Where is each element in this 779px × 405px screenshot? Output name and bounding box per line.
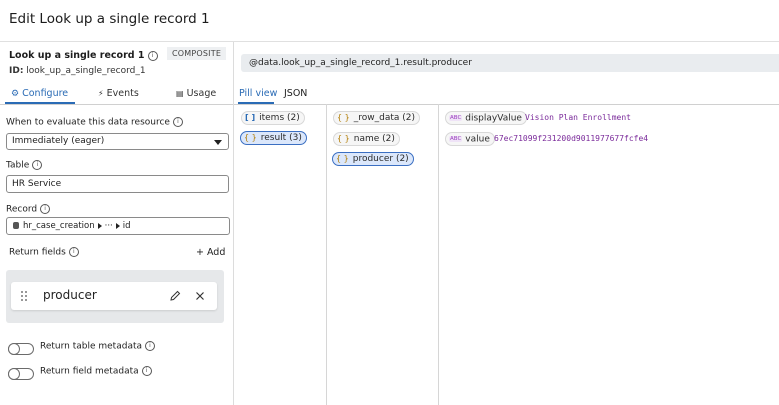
chevron-down-icon [214, 140, 222, 145]
record-path-segment[interactable]: id [123, 221, 131, 231]
pill-count: (3) [289, 133, 302, 143]
return-field-name: producer [43, 288, 97, 302]
evaluate-select-value: Immediately (eager) [12, 136, 105, 146]
toggle-label-text: Return table metadata [40, 341, 143, 352]
toggle-knob [8, 368, 20, 380]
info-icon[interactable]: i [32, 160, 43, 170]
close-icon[interactable] [194, 290, 206, 302]
page-header: Edit Look up a single record 1 [0, 0, 779, 42]
object-icon: { } [337, 134, 350, 143]
grid-icon: ▤ [176, 89, 184, 98]
array-icon: [ ] [245, 113, 256, 122]
tab-usage[interactable]: ▤ Usage [176, 88, 216, 99]
pill-display-value[interactable]: ABC displayValue [445, 111, 527, 125]
database-icon [13, 222, 19, 229]
record-label: Record i [6, 204, 51, 215]
return-field-metadata-label: Return field metadata i [40, 366, 152, 377]
pill-count: (2) [395, 154, 409, 164]
string-type-icon: ABC [449, 115, 463, 121]
resource-id: ID: look_up_a_single_record_1 [9, 66, 146, 76]
evaluate-select[interactable]: Immediately (eager) [6, 133, 229, 150]
record-path-input[interactable]: hr_case_creation ··· id [6, 217, 230, 235]
pill-label: value [465, 134, 490, 145]
table-label-text: Table [6, 160, 30, 171]
toggle-label-text: Return field metadata [40, 366, 139, 377]
resource-id-value: look_up_a_single_record_1 [26, 66, 146, 76]
info-icon[interactable]: i [145, 341, 156, 351]
data-preview-panel: @data.look_up_a_single_record_1.result.p… [234, 42, 779, 405]
config-panel: Look up a single record 1i ID: look_up_a… [0, 42, 234, 405]
return-fields-label: Return fields i [9, 247, 79, 258]
table-input[interactable]: HR Service [6, 175, 229, 193]
drag-handle-icon[interactable] [21, 291, 27, 301]
add-field-button[interactable]: + Add [196, 247, 225, 258]
pencil-icon[interactable] [169, 290, 181, 302]
info-icon[interactable]: i [172, 117, 183, 127]
pill-producer[interactable]: { } producer (2) [332, 152, 414, 166]
return-table-metadata-toggle[interactable] [8, 343, 34, 355]
pill-result[interactable]: { } result (3) [240, 131, 307, 145]
tab-usage-label: Usage [186, 88, 217, 99]
tab-configure[interactable]: ⚙ Configure [11, 88, 68, 99]
info-icon[interactable]: i [147, 50, 158, 61]
composite-badge: COMPOSITE [167, 47, 227, 60]
pill-name[interactable]: { } name (2) [333, 132, 400, 146]
pill-label: producer [352, 154, 394, 164]
return-fields-label-text: Return fields [9, 247, 66, 258]
record-label-text: Record [6, 204, 38, 215]
record-path-segment[interactable]: hr_case_creation [23, 221, 95, 231]
pill-label: result [260, 133, 287, 143]
info-icon[interactable]: i [68, 247, 79, 257]
tab-events-label: Events [106, 88, 139, 99]
tab-pill-view[interactable]: Pill view [239, 88, 277, 99]
pill-value[interactable]: ABC value [445, 132, 495, 146]
object-icon: { } [337, 113, 350, 122]
tab-events[interactable]: ⚡ Events [98, 88, 139, 99]
pill-label: name [353, 134, 380, 144]
object-icon: { } [244, 133, 257, 142]
pill-items[interactable]: [ ] items (2) [241, 111, 305, 125]
evaluate-label: When to evaluate this data resource i [6, 117, 183, 128]
info-icon[interactable]: i [40, 204, 51, 214]
pill-label: items [259, 113, 285, 123]
evaluate-label-text: When to evaluate this data resource [6, 117, 170, 128]
pill-row-data[interactable]: { } _row_data (2) [333, 111, 421, 125]
table-input-value: HR Service [12, 179, 62, 189]
display-value-text: Vision Plan Enrollment [525, 113, 631, 122]
return-table-metadata-label: Return table metadata i [40, 341, 156, 352]
pill-count: (2) [287, 113, 300, 123]
bolt-icon: ⚡ [98, 89, 104, 98]
tab-json[interactable]: JSON [284, 88, 307, 99]
string-type-icon: ABC [449, 136, 463, 142]
toggle-knob [8, 343, 20, 355]
resource-id-label: ID: [9, 66, 24, 76]
resource-name: Look up a single record 1i [9, 50, 158, 61]
object-icon: { } [336, 154, 349, 163]
gear-icon: ⚙ [11, 89, 20, 99]
config-tabs: ⚙ Configure ⚡ Events ▤ Usage [0, 86, 233, 105]
active-tab-indicator [5, 102, 75, 104]
return-field-metadata-toggle[interactable] [8, 368, 34, 380]
data-path-bar: @data.look_up_a_single_record_1.result.p… [241, 54, 779, 72]
page-title: Edit Look up a single record 1 [9, 11, 210, 27]
value-text: 67ec71099f231200d9011977677fcfe4 [494, 134, 649, 143]
column-divider [438, 104, 439, 405]
pill-count: (2) [402, 113, 416, 123]
column-divider [326, 104, 327, 405]
table-label: Table i [6, 160, 43, 171]
pill-label: displayValue [465, 113, 522, 124]
chevron-right-icon [115, 222, 120, 229]
record-path-ellipsis[interactable]: ··· [105, 221, 113, 231]
resource-name-text: Look up a single record 1 [9, 50, 145, 61]
pill-count: (2) [382, 134, 395, 144]
chevron-right-icon [97, 222, 102, 229]
tab-configure-label: Configure [22, 88, 69, 99]
divider [234, 104, 779, 105]
info-icon[interactable]: i [141, 366, 152, 376]
return-fields-list: producer [6, 270, 224, 323]
pill-label: _row_data [353, 113, 400, 123]
return-field-item[interactable]: producer [11, 282, 217, 310]
